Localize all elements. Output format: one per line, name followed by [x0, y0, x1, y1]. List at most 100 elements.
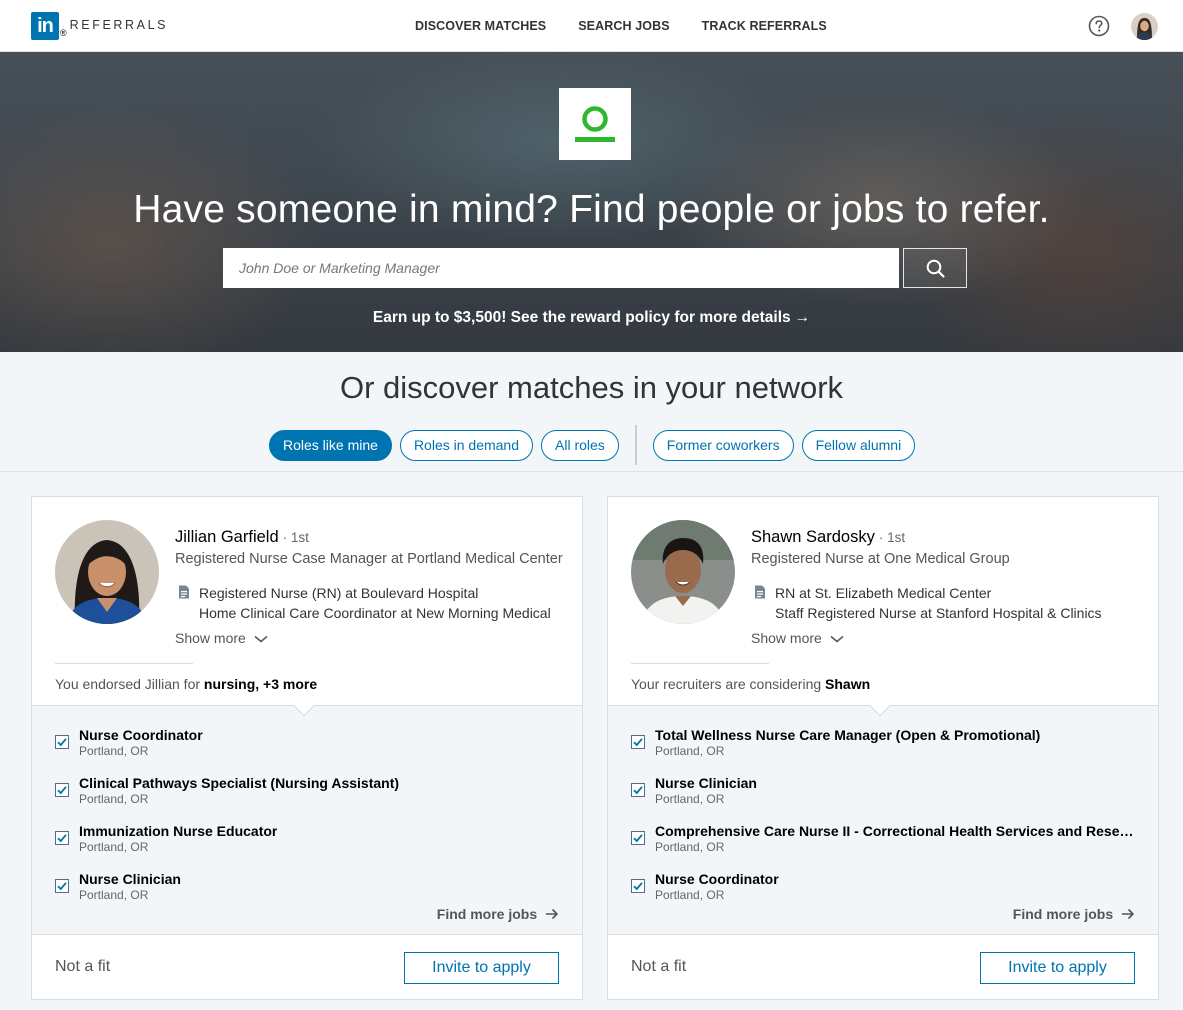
match-card: Shawn Sardosky · 1st Registered Nurse at …	[607, 496, 1159, 1000]
job-location: Portland, OR	[79, 888, 149, 902]
chevron-down-icon	[830, 636, 844, 643]
not-a-fit-button[interactable]: Not a fit	[631, 958, 686, 976]
profile-name[interactable]: Jillian Garfield · 1st	[175, 528, 309, 547]
pill-roles-in-demand[interactable]: Roles in demand	[399, 429, 533, 461]
profile-name[interactable]: Shawn Sardosky · 1st	[751, 528, 905, 547]
insight-text: You endorsed Jillian for nursing, +3 mor…	[55, 676, 317, 692]
check-icon	[633, 786, 643, 795]
job-checkbox[interactable]	[631, 831, 645, 845]
top-nav: in ® REFERRALS DISCOVER MATCHES SEARCH J…	[0, 0, 1183, 52]
company-logo	[559, 88, 631, 160]
referrals-logo[interactable]: in ® REFERRALS	[31, 12, 168, 40]
user-avatar[interactable]	[1131, 13, 1158, 40]
job-item: Comprehensive Care Nurse II - Correction…	[631, 822, 1135, 854]
job-location: Portland, OR	[655, 744, 725, 758]
insight-highlight: nursing, +3 more	[203, 676, 318, 692]
profile-name-text: Jillian Garfield	[175, 528, 279, 546]
pill-former-coworkers[interactable]: Former coworkers	[652, 429, 794, 461]
position-item: Staff Registered Nurse at Stanford Hospi…	[775, 605, 1102, 621]
job-location: Portland, OR	[655, 792, 725, 806]
job-checkbox[interactable]	[55, 783, 69, 797]
insight-highlight: Shawn	[825, 676, 871, 692]
nav-links: DISCOVER MATCHES SEARCH JOBS TRACK REFER…	[415, 19, 859, 33]
nav-search-jobs[interactable]: SEARCH JOBS	[578, 19, 669, 33]
find-more-label: Find more jobs	[436, 906, 538, 922]
pill-all-roles[interactable]: All roles	[541, 429, 619, 461]
pill-fellow-alumni[interactable]: Fellow alumni	[801, 429, 916, 461]
pill-roles-like-mine[interactable]: Roles like mine	[269, 429, 392, 461]
notch-pointer	[868, 693, 892, 717]
not-a-fit-button[interactable]: Not a fit	[55, 958, 110, 976]
job-checkbox[interactable]	[55, 831, 69, 845]
check-icon	[57, 834, 67, 843]
find-more-jobs-link[interactable]: Find more jobs	[437, 906, 559, 922]
position-item: RN at St. Elizabeth Medical Center	[775, 585, 992, 601]
job-checkbox[interactable]	[55, 879, 69, 893]
check-icon	[633, 882, 643, 891]
linkedin-logo-icon: in	[31, 12, 59, 40]
check-icon	[57, 882, 67, 891]
show-more-label: Show more	[751, 630, 822, 646]
help-circle-icon[interactable]	[1088, 15, 1110, 37]
profile-name-text: Shawn Sardosky	[751, 528, 875, 546]
connection-degree: · 1st	[282, 530, 309, 545]
reward-policy-link[interactable]: Earn up to $3,500! See the reward policy…	[0, 309, 1183, 327]
discover-section: Or discover matches in your network Role…	[0, 352, 1183, 472]
arrow-right-icon	[546, 908, 559, 920]
nav-track-referrals[interactable]: TRACK REFERRALS	[702, 19, 827, 33]
job-item: Nurse Coordinator Portland, OR	[55, 726, 203, 758]
job-item: Nurse Coordinator Portland, OR	[631, 870, 779, 902]
invite-to-apply-button[interactable]: Invite to apply	[404, 952, 559, 984]
position-item: Registered Nurse (RN) at Boulevard Hospi…	[199, 585, 479, 601]
job-title[interactable]: Nurse Coordinator	[655, 870, 779, 888]
invite-to-apply-button[interactable]: Invite to apply	[980, 952, 1135, 984]
job-item: Immunization Nurse Educator Portland, OR	[55, 822, 277, 854]
show-more-button[interactable]: Show more	[751, 630, 844, 646]
job-title[interactable]: Nurse Clinician	[655, 774, 757, 792]
check-icon	[57, 738, 67, 747]
arrow-right-icon	[1122, 908, 1135, 920]
show-more-button[interactable]: Show more	[175, 630, 268, 646]
insight-prefix: You endorsed Jillian for	[55, 676, 204, 692]
job-location: Portland, OR	[655, 840, 725, 854]
nav-discover-matches[interactable]: DISCOVER MATCHES	[415, 19, 546, 33]
job-item: Clinical Pathways Specialist (Nursing As…	[55, 774, 399, 806]
job-title[interactable]: Nurse Clinician	[79, 870, 181, 888]
connection-degree: · 1st	[878, 530, 906, 545]
divider	[631, 663, 769, 664]
registered-mark: ®	[60, 28, 67, 38]
profile-headline: Registered Nurse Case Manager at Portlan…	[175, 551, 563, 567]
document-icon	[179, 585, 189, 599]
arrow-right-icon: →	[794, 309, 811, 326]
job-item: Total Wellness Nurse Care Manager (Open …	[631, 726, 1040, 758]
job-title[interactable]: Total Wellness Nurse Care Manager (Open …	[655, 726, 1040, 744]
job-location: Portland, OR	[79, 792, 149, 806]
insight-prefix: Your recruiters are considering	[631, 676, 826, 692]
show-more-label: Show more	[175, 630, 246, 646]
search-icon	[926, 259, 945, 278]
job-title[interactable]: Clinical Pathways Specialist (Nursing As…	[79, 774, 399, 792]
search-input[interactable]	[223, 248, 899, 288]
chevron-down-icon	[254, 636, 268, 643]
job-title[interactable]: Nurse Coordinator	[79, 726, 203, 744]
job-location: Portland, OR	[79, 744, 149, 758]
insight-text: Your recruiters are considering Shawn	[631, 676, 870, 692]
check-icon	[633, 738, 643, 747]
check-icon	[633, 834, 643, 843]
job-checkbox[interactable]	[631, 879, 645, 893]
job-checkbox[interactable]	[55, 735, 69, 749]
profile-photo[interactable]	[631, 520, 735, 624]
job-checkbox[interactable]	[631, 783, 645, 797]
search-button[interactable]	[903, 248, 967, 288]
pill-divider	[634, 425, 637, 465]
job-checkbox[interactable]	[631, 735, 645, 749]
product-name: REFERRALS	[69, 18, 169, 32]
filter-pills: Roles like mine Roles in demand All role…	[269, 425, 923, 465]
job-title[interactable]: Immunization Nurse Educator	[79, 822, 277, 840]
profile-photo[interactable]	[55, 520, 159, 624]
job-title[interactable]: Comprehensive Care Nurse II - Correction…	[655, 822, 1135, 840]
match-card: Jillian Garfield · 1st Registered Nurse C…	[31, 496, 583, 1000]
divider	[55, 663, 193, 664]
job-list: Nurse Coordinator Portland, OR Clinical P…	[32, 693, 582, 935]
find-more-jobs-link[interactable]: Find more jobs	[1013, 906, 1135, 922]
